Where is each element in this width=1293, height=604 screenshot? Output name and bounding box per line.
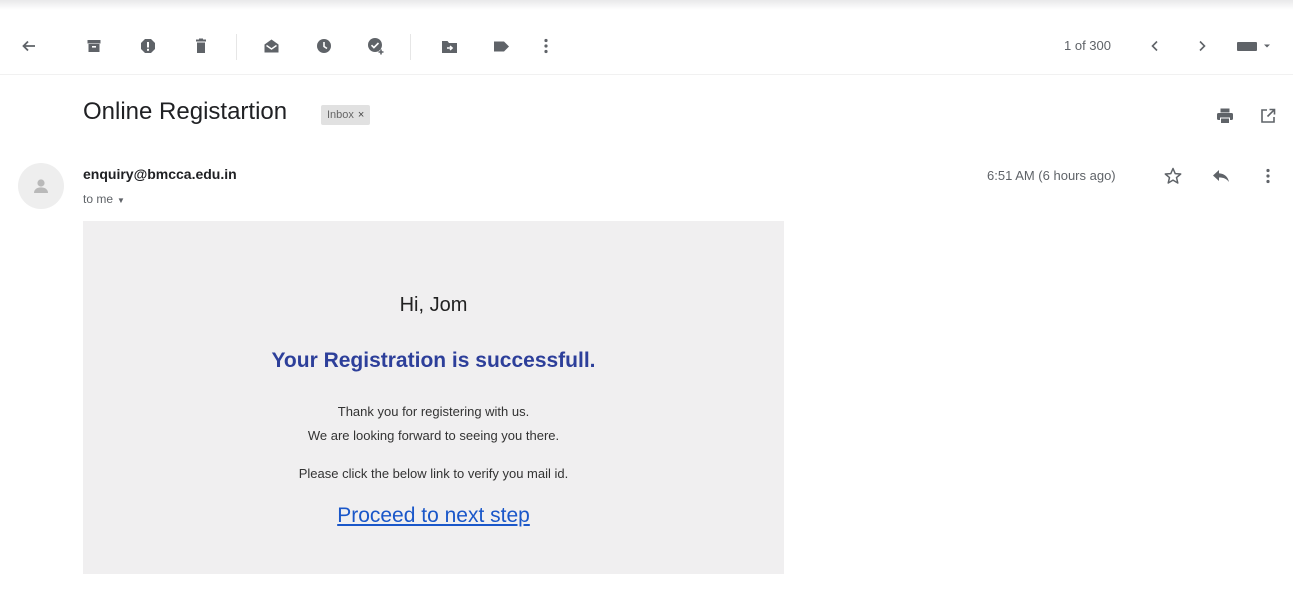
recipients-toggle[interactable]: to me ▼ (83, 192, 125, 206)
inbox-label-text: Inbox (327, 109, 354, 121)
print-icon[interactable] (1215, 106, 1235, 126)
sender-avatar[interactable] (18, 163, 64, 209)
message-toolbar: 1 of 300 (0, 14, 1293, 74)
chevron-right-icon[interactable] (1192, 36, 1212, 56)
more-vert-icon[interactable] (1258, 166, 1278, 186)
snooze-icon[interactable] (314, 36, 334, 56)
mark-unread-icon[interactable] (261, 36, 281, 56)
move-to-icon[interactable] (439, 36, 459, 56)
input-tools-icon[interactable] (1234, 36, 1274, 56)
email-subject: Online Registartion (83, 98, 288, 125)
sender-address[interactable]: enquiry@bmcca.edu.in (83, 166, 237, 182)
window-top-shade (0, 0, 1293, 10)
archive-icon[interactable] (84, 36, 104, 56)
email-timestamp: 6:51 AM (6 hours ago) (987, 168, 1116, 183)
toolbar-divider (410, 34, 411, 60)
open-in-new-window-icon[interactable] (1258, 106, 1278, 126)
toolbar-divider (236, 34, 237, 60)
email-body-card: Hi, Jom Your Registration is successfull… (83, 221, 784, 574)
success-headline: Your Registration is successfull. (271, 349, 596, 372)
inbox-label-chip: Inbox × (321, 105, 371, 125)
report-spam-icon[interactable] (138, 36, 158, 56)
looking-forward-text: We are looking forward to seeing you the… (307, 428, 560, 443)
recipients-label: to me (83, 192, 114, 206)
greeting-text: Hi, Jom (399, 294, 468, 316)
remove-label-button[interactable]: × (358, 109, 364, 121)
chevron-left-icon[interactable] (1145, 36, 1165, 56)
thank-you-text: Thank you for registering with us. (337, 404, 530, 419)
toolbar-divider-line (0, 74, 1293, 75)
pagination-count: 1 of 300 (1064, 38, 1111, 53)
add-to-tasks-icon[interactable] (366, 36, 386, 56)
more-vert-icon[interactable] (536, 36, 556, 56)
labels-icon[interactable] (491, 36, 511, 56)
person-icon (34, 179, 48, 193)
reply-icon[interactable] (1211, 166, 1231, 186)
star-icon[interactable] (1163, 166, 1183, 186)
back-arrow-icon[interactable] (19, 36, 39, 56)
proceed-next-step-link[interactable]: Proceed to next step (83, 504, 784, 528)
verify-instruction-text: Please click the below link to verify yo… (298, 466, 569, 481)
delete-icon[interactable] (191, 36, 211, 56)
caret-down-icon: ▼ (117, 196, 125, 205)
